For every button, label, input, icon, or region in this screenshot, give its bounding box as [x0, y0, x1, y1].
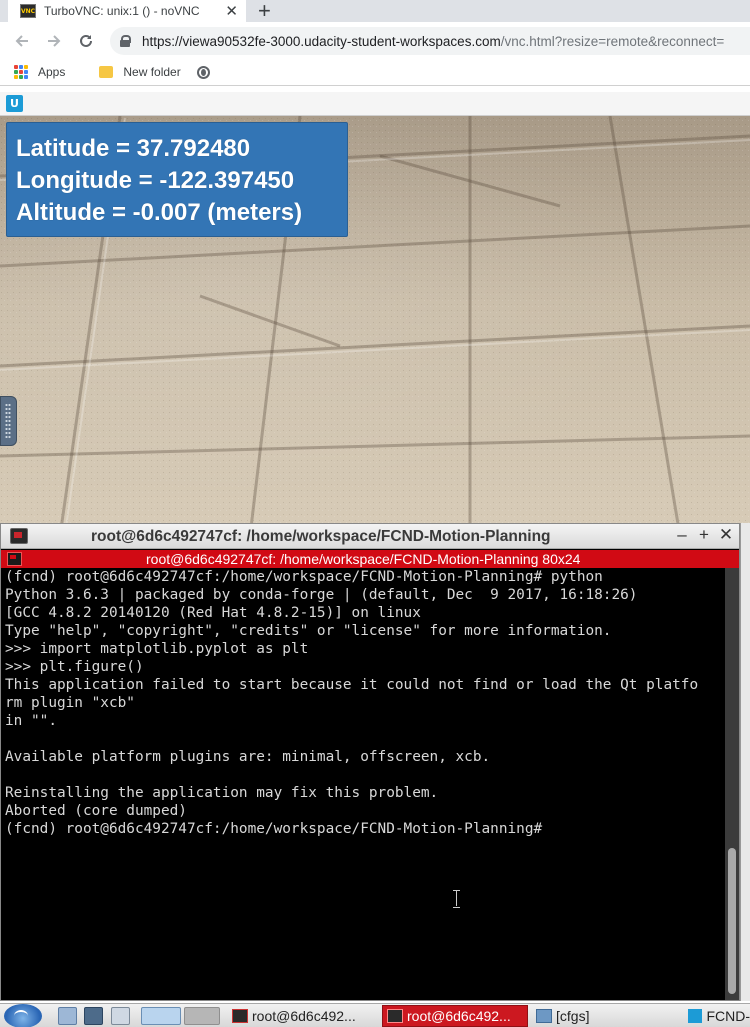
longitude-readout: Longitude = -122.397450	[16, 167, 295, 194]
gps-readout-panel: Latitude = 37.792480 Longitude = -122.39…	[6, 122, 348, 237]
browser-toolbar: https://viewa90532fe-3000.udacity-studen…	[0, 22, 750, 59]
show-desktop-icon[interactable]	[58, 1007, 77, 1025]
url-path: /vnc.html?resize=remote&reconnect=	[500, 33, 725, 49]
terminal-tab-bar: root@6d6c492747cf: /home/workspace/FCND-…	[1, 550, 739, 568]
terminal-prompt-line[interactable]: (fcnd) root@6d6c492747cf:/home/workspace…	[5, 820, 725, 838]
terminal-app-icon	[10, 528, 28, 544]
taskbar: root@6d6c492... root@6d6c492... [cfgs] F…	[0, 1003, 750, 1027]
altitude-readout: Altitude = -0.007 (meters)	[16, 199, 303, 226]
bookmark-apps[interactable]: Apps	[38, 65, 65, 79]
terminal-line: >>> plt.figure()	[5, 659, 144, 675]
terminal-titlebar[interactable]: root@6d6c492747cf: /home/workspace/FCND-…	[1, 524, 739, 549]
terminal-line: Reinstalling the application may fix thi…	[5, 785, 439, 801]
terminal-line: Type "help", "copyright", "credits" or "…	[5, 623, 612, 639]
url-host: https://viewa90532fe-3000.udacity-studen…	[142, 33, 501, 49]
terminal-line: Available platform plugins are: minimal,…	[5, 749, 491, 765]
address-bar[interactable]: https://viewa90532fe-3000.udacity-studen…	[110, 27, 750, 55]
browser-tabstrip: VNC TurboVNC: unix:1 () - noVNC ✕ +	[0, 0, 750, 24]
terminal-icon	[387, 1009, 403, 1023]
taskbar-item-label: [cfgs]	[556, 1008, 590, 1024]
browser-tab-title: TurboVNC: unix:1 () - noVNC	[44, 4, 200, 18]
terminal-line: This application failed to start because…	[5, 677, 699, 693]
reload-icon[interactable]	[70, 25, 102, 57]
taskbar-item-terminal-2[interactable]: root@6d6c492...	[382, 1005, 528, 1027]
taskbar-item-label: root@6d6c492...	[252, 1008, 356, 1024]
terminal-window: root@6d6c492747cf: /home/workspace/FCND-…	[0, 523, 740, 1001]
back-arrow-icon[interactable]	[6, 25, 38, 57]
udacity-icon	[688, 1009, 703, 1023]
url-text: https://viewa90532fe-3000.udacity-studen…	[142, 34, 724, 49]
settings-gear-icon[interactable]	[84, 1007, 103, 1025]
taskbar-item-label: root@6d6c492...	[407, 1008, 511, 1024]
window-switcher-icon[interactable]	[111, 1007, 130, 1025]
terminal-tab-title[interactable]: root@6d6c492747cf: /home/workspace/FCND-…	[146, 551, 580, 567]
new-tab-button[interactable]: +	[258, 0, 271, 24]
terminal-output[interactable]: (fcnd) root@6d6c492747cf:/home/workspace…	[1, 568, 725, 1000]
forward-arrow-icon[interactable]	[38, 25, 70, 57]
terminal-scrollbar[interactable]	[725, 568, 739, 1000]
workspace-pager[interactable]	[184, 1007, 220, 1025]
novnc-sidebar-handle[interactable]	[0, 396, 17, 446]
terminal-scroll-thumb[interactable]	[728, 848, 736, 994]
latitude-readout: Latitude = 37.792480	[16, 135, 251, 162]
terminal-icon	[232, 1009, 248, 1023]
lock-icon[interactable]	[120, 35, 131, 47]
tab-close-icon[interactable]: ✕	[225, 2, 238, 20]
terminal-window-title: root@6d6c492747cf: /home/workspace/FCND-…	[91, 528, 551, 545]
start-menu-button[interactable]	[4, 1004, 42, 1027]
terminal-line: >>> import matplotlib.pyplot as plt	[5, 641, 309, 657]
background-window-edge	[740, 523, 750, 1001]
bookmark-new-folder[interactable]: New folder	[123, 65, 180, 79]
globe-icon[interactable]	[196, 65, 210, 79]
maximize-button[interactable]: +	[694, 525, 714, 545]
udacity-logo-icon[interactable]: U	[6, 95, 23, 112]
mouse-ibeam-cursor-icon	[453, 890, 461, 908]
taskbar-item-cfgs[interactable]: [cfgs]	[532, 1005, 682, 1027]
folder-icon	[536, 1009, 552, 1023]
terminal-tab-icon[interactable]	[7, 552, 22, 566]
terminal-line: Python 3.6.3 | packaged by conda-forge |…	[5, 587, 638, 603]
taskbar-item-terminal-1[interactable]: root@6d6c492...	[228, 1005, 378, 1027]
bookmarks-bar: Apps New folder	[0, 59, 750, 86]
terminal-line: (fcnd) root@6d6c492747cf:/home/workspace…	[5, 569, 603, 585]
terminal-line: in "".	[5, 713, 57, 729]
taskbar-item-label: FCND-	[706, 1008, 750, 1024]
terminal-line: Aborted (core dumped)	[5, 803, 187, 819]
taskbar-item-fcnd[interactable]: FCND-	[684, 1005, 750, 1027]
minimize-button[interactable]: –	[672, 525, 692, 545]
close-button[interactable]: ✕	[716, 525, 736, 545]
udacity-launcher-icon[interactable]	[141, 1007, 181, 1025]
vnc-favicon-icon: VNC	[20, 4, 36, 18]
apps-grid-icon[interactable]	[14, 65, 28, 79]
terminal-line: rm plugin "xcb"	[5, 695, 135, 711]
folder-icon	[99, 66, 114, 78]
terminal-line: [GCC 4.8.2 20140120 (Red Hat 4.8.2-15)] …	[5, 605, 421, 621]
novnc-control-bar: U	[0, 92, 750, 116]
browser-tab-active[interactable]: VNC TurboVNC: unix:1 () - noVNC ✕	[8, 0, 246, 22]
